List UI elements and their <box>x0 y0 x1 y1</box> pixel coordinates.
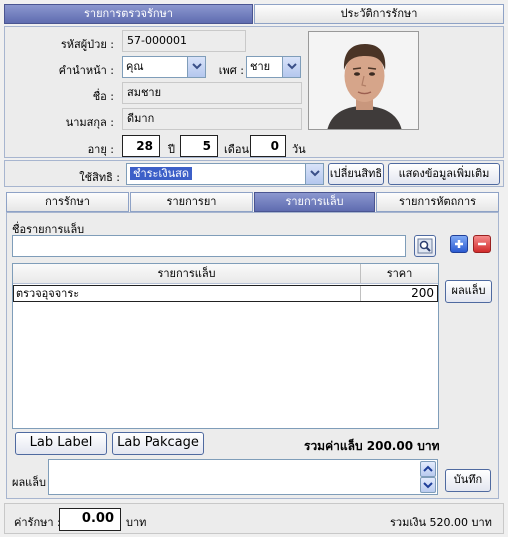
rights-select-value: ชำระเงินสด <box>130 167 192 180</box>
change-rights-button[interactable]: เปลี่ยนสิทธิ <box>328 163 384 185</box>
show-more-info-button[interactable]: แสดงข้อมูลเพิ่มเติม <box>388 163 500 185</box>
lab-label-button[interactable]: Lab Label <box>15 432 107 455</box>
tab-drug-list[interactable]: รายการยา <box>130 192 253 212</box>
lab-total-text: รวมค่าแล็บ 200.00 บาท <box>304 439 440 453</box>
sex-select[interactable]: ชาย <box>246 56 301 78</box>
rights-select[interactable]: ชำระเงินสด <box>126 163 324 185</box>
age-years-field: 28 <box>122 135 160 157</box>
days-unit: วัน <box>292 143 306 156</box>
fee-label: ค่ารักษา : <box>14 516 61 529</box>
lab-result-button[interactable]: ผลแล็บ <box>445 280 492 303</box>
age-days-field: 0 <box>250 135 286 157</box>
prefix-label: คำนำหน้า : <box>58 64 114 77</box>
name-label: ชื่อ : <box>92 90 114 103</box>
plus-icon <box>451 236 467 255</box>
chevron-down-icon[interactable] <box>305 164 323 184</box>
scroll-up-button[interactable] <box>420 461 436 477</box>
scroll-down-button[interactable] <box>420 477 436 493</box>
surname-label: นามสกุล : <box>65 116 114 129</box>
age-months-field: 5 <box>180 135 218 157</box>
tab-treatment-history[interactable]: ประวัติการรักษา <box>254 4 504 24</box>
fee-field[interactable]: 0.00 <box>59 508 121 531</box>
column-header-price[interactable]: ราคา <box>361 264 438 283</box>
chevron-down-icon[interactable] <box>282 57 300 77</box>
prefix-select-value: คุณ <box>126 60 144 73</box>
tab-lab-list[interactable]: รายการแล็บ <box>254 192 375 212</box>
save-button[interactable]: บันทึก <box>445 469 491 492</box>
table-row[interactable]: ตรวจอุจจาระ 200 <box>13 285 438 302</box>
patient-photo <box>308 31 419 130</box>
search-lab-button[interactable] <box>414 235 436 257</box>
grand-total-text: รวมเงิน 520.00 บาท <box>390 516 492 529</box>
remove-lab-button[interactable] <box>473 235 491 253</box>
surname-field: ดีมาก <box>122 108 302 130</box>
tab-treatment[interactable]: การรักษา <box>6 192 129 212</box>
years-unit: ปี <box>168 143 175 156</box>
search-icon <box>417 236 433 261</box>
patient-id-label: รหัสผู้ป่วย : <box>60 38 114 51</box>
patient-id-field: 57-000001 <box>122 30 246 52</box>
name-field: สมชาย <box>122 82 302 104</box>
lab-result-label: ผลแล็บ <box>12 476 46 489</box>
tab-treatment-list[interactable]: รายการตรวจรักษา <box>4 4 253 24</box>
lab-package-button[interactable]: Lab Pakcage <box>112 432 204 455</box>
sex-label: เพศ : <box>218 64 244 77</box>
row-lab-price: 200 <box>411 286 434 300</box>
minus-icon <box>474 236 490 255</box>
age-label: อายุ : <box>87 143 114 156</box>
fee-unit: บาท <box>126 516 147 529</box>
lab-name-input[interactable] <box>12 235 406 257</box>
rights-label: ใช้สิทธิ : <box>79 171 120 184</box>
months-unit: เดือน <box>224 143 250 156</box>
add-lab-button[interactable] <box>450 235 468 253</box>
sex-select-value: ชาย <box>250 60 271 73</box>
chevron-down-icon <box>421 478 435 495</box>
lab-table-header: รายการแล็บ ราคา <box>13 264 438 284</box>
chevron-down-icon[interactable] <box>187 57 205 77</box>
lab-result-textarea[interactable] <box>48 459 438 495</box>
tab-procedure-list[interactable]: รายการหัตถการ <box>376 192 499 212</box>
lab-table: รายการแล็บ ราคา ตรวจอุจจาระ 200 <box>12 263 439 429</box>
column-header-lab[interactable]: รายการแล็บ <box>13 264 361 283</box>
row-lab-name: ตรวจอุจจาระ <box>14 286 361 301</box>
prefix-select[interactable]: คุณ <box>122 56 206 78</box>
